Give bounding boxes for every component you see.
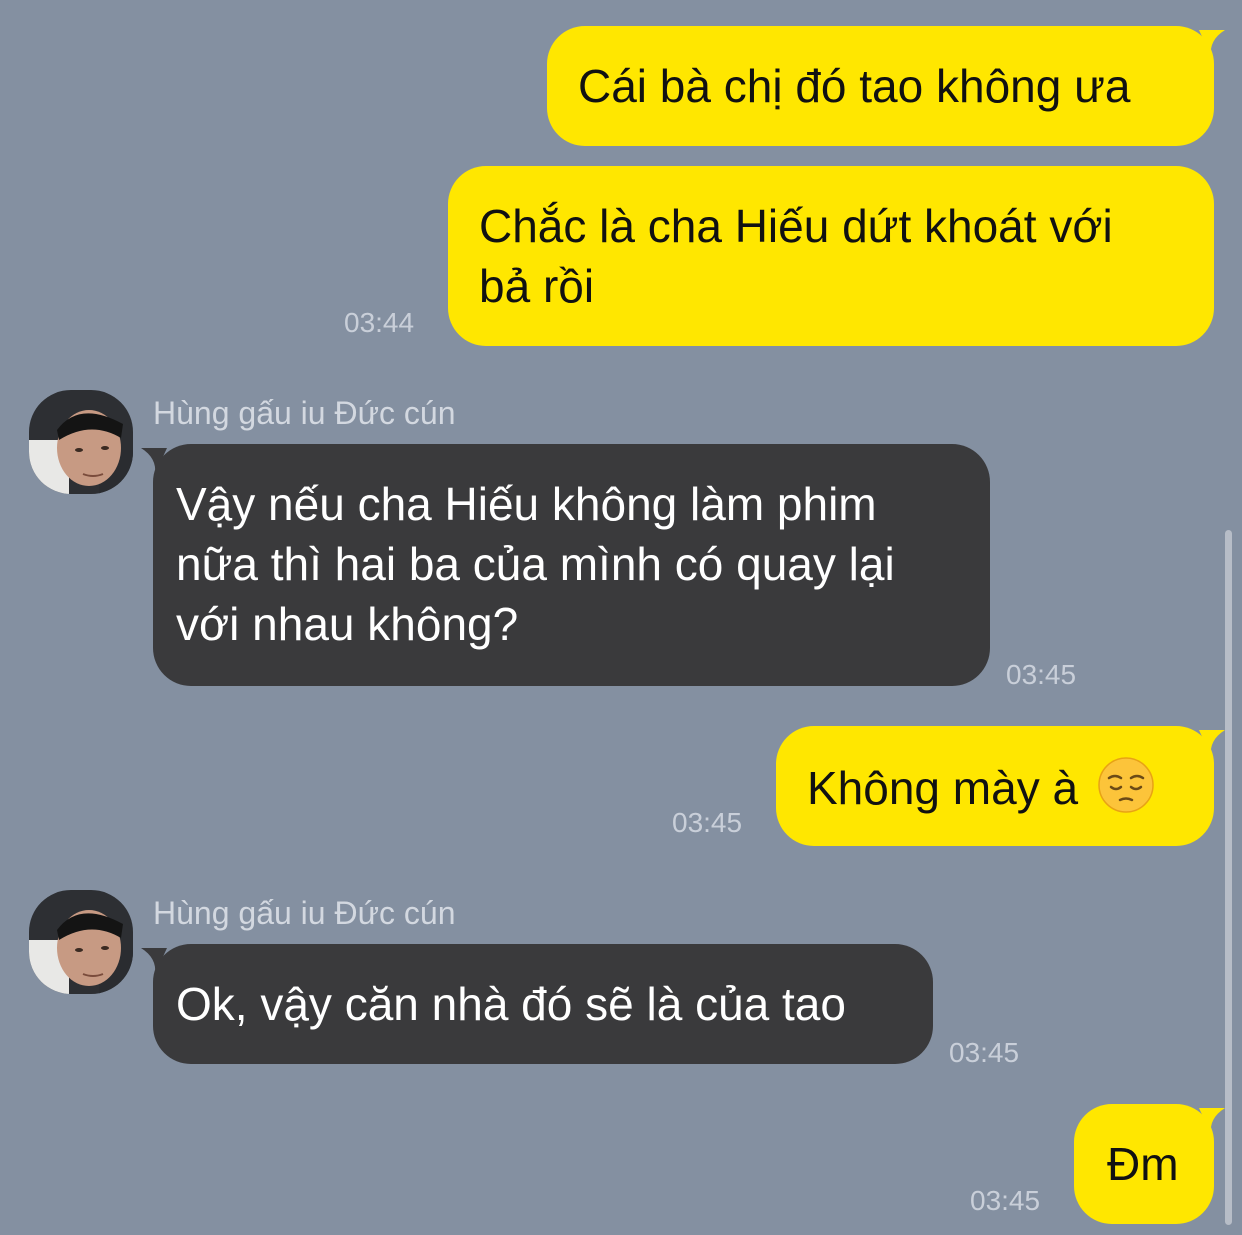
- message-text: Đm: [1107, 1138, 1179, 1190]
- incoming-message-bubble[interactable]: Ok, vậy căn nhà đó sẽ là của tao: [153, 944, 933, 1064]
- incoming-message-bubble[interactable]: Vậy nếu cha Hiếu không làm phim nữa thì …: [153, 444, 990, 686]
- bubble-tail: [1199, 30, 1225, 56]
- bubble-tail: [1199, 1108, 1225, 1134]
- message-text: Không mày à: [807, 762, 1079, 814]
- bubble-tail: [141, 448, 167, 474]
- contact-avatar[interactable]: [29, 390, 133, 494]
- message-text: Ok, vậy căn nhà đó sẽ là của tao: [176, 978, 846, 1030]
- message-timestamp: 03:44: [344, 307, 415, 338]
- outgoing-message-bubble[interactable]: Chắc là cha Hiếu dứt khoát với bả rồi: [448, 166, 1214, 346]
- sender-name: Hùng gấu iu Đức cún: [153, 895, 456, 931]
- outgoing-message-bubble[interactable]: Đm: [1074, 1104, 1214, 1224]
- message-timestamp: 03:45: [970, 1185, 1041, 1216]
- message-text-line: Vậy nếu cha Hiếu không làm phim: [176, 478, 877, 530]
- chat-scrollbar[interactable]: [1225, 530, 1232, 1225]
- message-text-line: Chắc là cha Hiếu dứt khoát với: [479, 200, 1113, 252]
- pensive-face-icon: [1098, 757, 1154, 813]
- message-text-line: với nhau không?: [176, 598, 519, 650]
- message-timestamp: 03:45: [1006, 659, 1077, 690]
- outgoing-message-bubble[interactable]: Cái bà chị đó tao không ưa: [547, 26, 1214, 146]
- message-timestamp: 03:45: [949, 1037, 1020, 1068]
- message-text: Cái bà chị đó tao không ưa: [578, 60, 1131, 112]
- bubble-tail: [1199, 730, 1225, 756]
- message-timestamp: 03:45: [672, 807, 743, 838]
- message-text-line: bả rồi: [479, 260, 595, 312]
- bubble-tail: [141, 948, 167, 974]
- outgoing-message-bubble[interactable]: Không mày à: [776, 726, 1214, 846]
- contact-avatar[interactable]: [29, 890, 133, 994]
- message-text-line: nữa thì hai ba của mình có quay lại: [176, 538, 895, 590]
- sender-name: Hùng gấu iu Đức cún: [153, 395, 456, 431]
